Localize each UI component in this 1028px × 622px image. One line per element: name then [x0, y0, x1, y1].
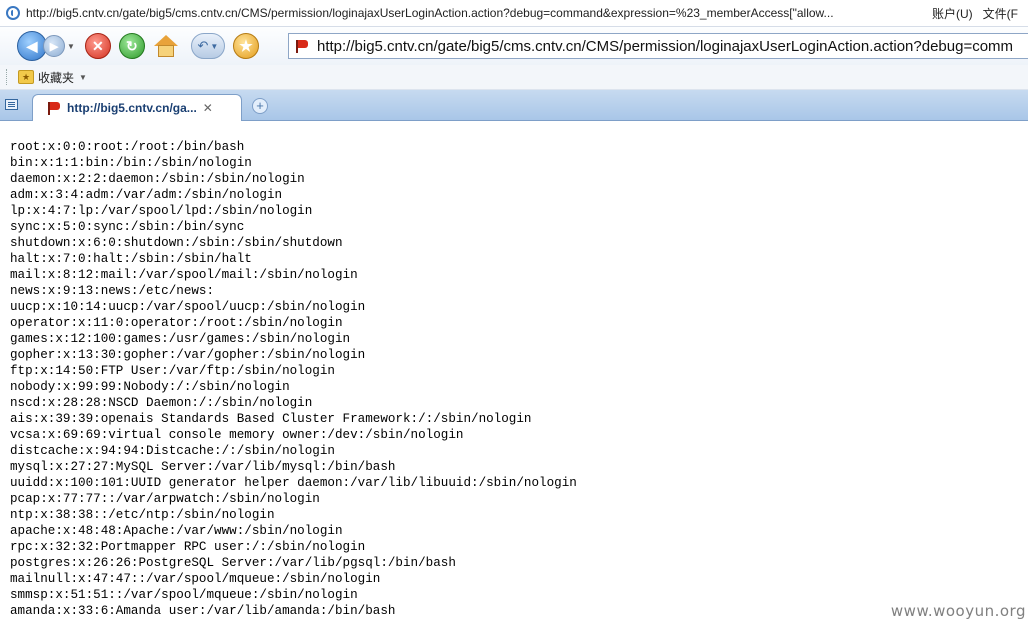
- favorites-bar: ★ 收藏夹 ▼: [0, 65, 1028, 90]
- history-dropdown-icon[interactable]: ▼: [67, 42, 75, 51]
- home-icon[interactable]: [153, 33, 179, 59]
- window-title-bar: http://big5.cntv.cn/gate/big5/cms.cntv.c…: [0, 0, 1028, 27]
- chevron-down-icon: ▼: [79, 72, 87, 82]
- favorites-label: 收藏夹: [38, 70, 75, 85]
- passwd-file-text: root:x:0:0:root:/root:/bin/bash bin:x:1:…: [10, 140, 577, 618]
- favorites-folder-icon: ★: [18, 70, 34, 84]
- new-tab-icon[interactable]: +: [252, 98, 268, 114]
- toolbar-grip[interactable]: [6, 69, 10, 85]
- favorites-star-icon[interactable]: ★: [232, 33, 259, 59]
- browser-logo-icon: [6, 6, 20, 20]
- menu-account[interactable]: 账户(U): [932, 5, 973, 22]
- watermark: www.wooyun.org: [890, 602, 1026, 620]
- forward-icon[interactable]: ▶: [43, 35, 65, 57]
- tab-active[interactable]: http://big5.cntv.cn/ga... ✕: [32, 94, 242, 121]
- page-content: root:x:0:0:root:/root:/bin/bash bin:x:1:…: [0, 121, 1028, 622]
- favorites-button[interactable]: ★ 收藏夹 ▼: [18, 69, 87, 86]
- page-flag-icon: [47, 101, 61, 115]
- refresh-icon[interactable]: ↻: [118, 33, 145, 59]
- tab-list-icon[interactable]: [5, 99, 18, 110]
- navigation-toolbar: ◀ ▶ ▼ ✕ ↻ ↶ ▼ ★ http://big5.cntv.cn/gate…: [0, 27, 1028, 65]
- window-title: http://big5.cntv.cn/gate/big5/cms.cntv.c…: [26, 6, 834, 20]
- page-flag-icon: [295, 39, 309, 53]
- tab-bar: http://big5.cntv.cn/ga... ✕ +: [0, 90, 1028, 121]
- menu-file[interactable]: 文件(F: [983, 5, 1018, 22]
- stop-icon[interactable]: ✕: [84, 33, 111, 59]
- address-bar[interactable]: http://big5.cntv.cn/gate/big5/cms.cntv.c…: [288, 33, 1028, 59]
- close-icon[interactable]: ✕: [203, 101, 213, 115]
- tab-label: http://big5.cntv.cn/ga...: [67, 101, 197, 115]
- address-input[interactable]: http://big5.cntv.cn/gate/big5/cms.cntv.c…: [317, 38, 1013, 55]
- undo-icon[interactable]: ↶ ▼: [190, 33, 225, 59]
